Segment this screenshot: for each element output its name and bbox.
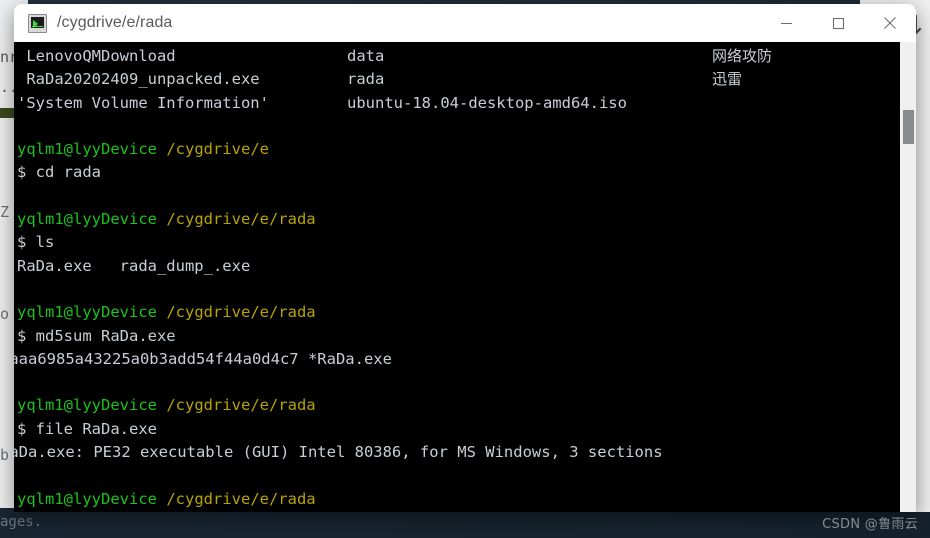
maximize-button[interactable] bbox=[812, 4, 864, 42]
prompt-user-host: yqlm1@lyyDevice bbox=[17, 210, 157, 229]
ls-listing-row: LenovoQMDownload data 网络攻防 bbox=[17, 45, 900, 68]
window-title: /cygdrive/e/rada bbox=[57, 14, 173, 31]
shell-command: $ cd rada bbox=[17, 163, 101, 182]
shell-command: $ ls bbox=[17, 233, 55, 252]
shell-prompt-line: yqlm1@lyyDevice /cygdrive/e/rada bbox=[17, 488, 900, 511]
prompt-user-host: yqlm1@lyyDevice bbox=[17, 140, 157, 159]
ls-cell: 迅雷 bbox=[712, 70, 743, 89]
prompt-path: /cygdrive/e bbox=[166, 140, 269, 159]
prompt-user-host: yqlm1@lyyDevice bbox=[17, 303, 157, 322]
ls-cell: 网络攻防 bbox=[712, 47, 773, 65]
ls-cell: rada bbox=[347, 70, 385, 89]
csdn-watermark: CSDN @鲁雨云 bbox=[822, 517, 918, 532]
ls-cell: 'System Volume Information' bbox=[17, 93, 269, 112]
ls-cell: ubuntu-18.04-desktop-amd64.iso bbox=[347, 93, 627, 112]
prompt-user-host: yqlm1@lyyDevice bbox=[17, 396, 157, 415]
prompt-path: /cygdrive/e/rada bbox=[166, 303, 316, 322]
shell-command: $ strings RaDa.exe bbox=[17, 511, 900, 512]
scrollbar-thumb[interactable] bbox=[903, 110, 914, 144]
prompt-path: /cygdrive/e/rada bbox=[166, 489, 316, 508]
terminal-output-area[interactable]: LenovoQMDownload data 网络攻防 RaDa20202409_… bbox=[14, 42, 900, 512]
ls-listing-row: RaDa20202409_unpacked.exe rada 迅雷 bbox=[17, 68, 900, 91]
prompt-path: /cygdrive/e/rada bbox=[166, 396, 316, 415]
minimize-button[interactable] bbox=[760, 4, 812, 42]
shell-output-md5: caaa6985a43225a0b3add54f44a0d4c7 *RaDa.e… bbox=[14, 349, 392, 368]
shell-output-file: RaDa.exe: PE32 executable (GUI) Intel 80… bbox=[14, 443, 663, 462]
prompt-user-host: yqlm1@lyyDevice bbox=[17, 489, 157, 508]
ls-cell: RaDa20202409_unpacked.exe bbox=[17, 70, 260, 89]
shell-prompt-line: yqlm1@lyyDevice /cygdrive/e/rada bbox=[17, 208, 900, 231]
terminal-scrollbar[interactable] bbox=[900, 42, 916, 512]
window-controls bbox=[760, 4, 916, 42]
ls-cell: data bbox=[347, 47, 385, 65]
prompt-path: /cygdrive/e/rada bbox=[166, 210, 316, 229]
background-fragment-3: o bbox=[0, 305, 10, 323]
close-button[interactable] bbox=[864, 4, 916, 42]
terminal-body[interactable]: LenovoQMDownload data 网络攻防 RaDa20202409_… bbox=[14, 42, 916, 512]
ls-listing-row: 'System Volume Information' ubuntu-18.04… bbox=[17, 92, 900, 115]
shell-command: $ file RaDa.exe bbox=[17, 419, 157, 438]
shell-output: RaDa.exe rada_dump_.exe bbox=[17, 256, 251, 275]
shell-prompt-line: yqlm1@lyyDevice /cygdrive/e/rada bbox=[17, 301, 900, 324]
background-bottom-text: ages. bbox=[0, 514, 43, 530]
terminal-window[interactable]: /cygdrive/e/rada LenovoQMDownload data 网… bbox=[14, 4, 916, 512]
background-fragment-4: b bbox=[0, 446, 10, 464]
shell-command: $ md5sum RaDa.exe bbox=[17, 326, 176, 345]
shell-prompt-line: yqlm1@lyyDevice /cygdrive/e/rada bbox=[17, 394, 900, 417]
window-titlebar[interactable]: /cygdrive/e/rada bbox=[14, 4, 916, 43]
background-fragment-2: Z bbox=[0, 203, 10, 221]
shell-prompt-line: yqlm1@lyyDevice /cygdrive/e bbox=[17, 138, 900, 161]
terminal-icon bbox=[28, 13, 47, 33]
ls-cell: LenovoQMDownload bbox=[17, 47, 176, 65]
